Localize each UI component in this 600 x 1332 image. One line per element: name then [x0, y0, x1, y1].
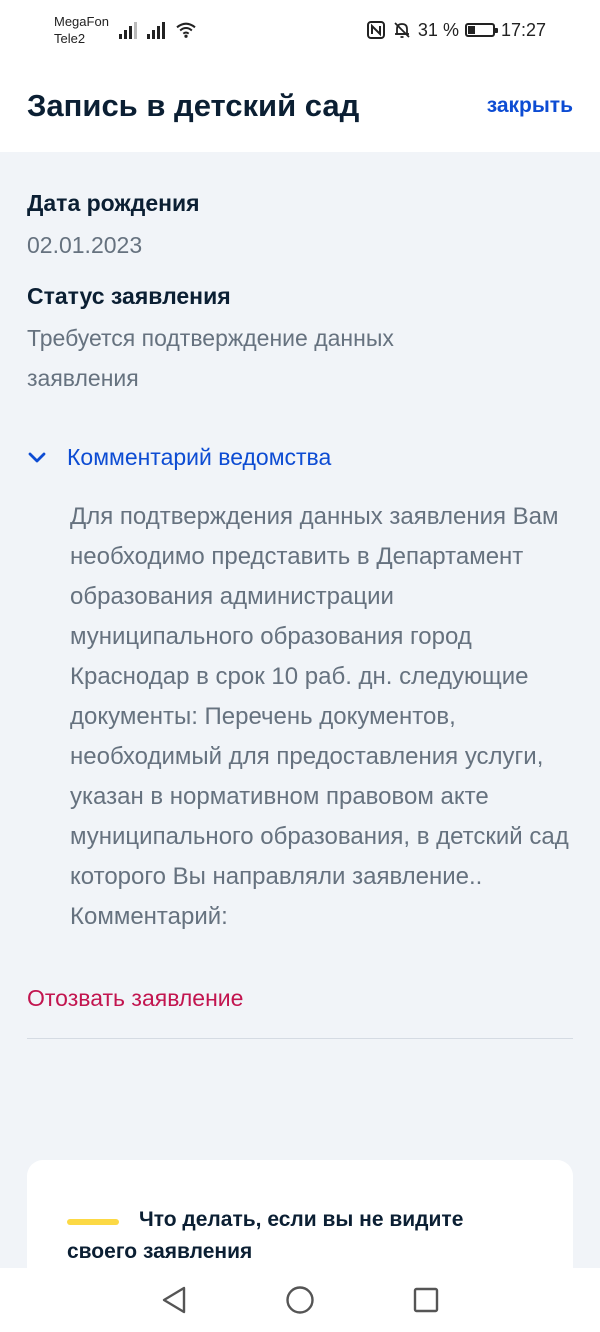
- clock: 17:27: [500, 19, 546, 40]
- recents-square-icon: [413, 1287, 439, 1313]
- nav-recents-button[interactable]: [409, 1283, 443, 1317]
- nav-home-button[interactable]: [283, 1283, 317, 1317]
- bell-muted-icon: [394, 22, 410, 38]
- revoke-application-button[interactable]: Отозвать заявление: [27, 985, 243, 1012]
- carrier-1: MegaFon: [54, 14, 109, 29]
- info-card-title: Что делать, если вы не видите своего зая…: [67, 1208, 464, 1263]
- comment-toggle-label: Комментарий ведомства: [67, 444, 332, 470]
- dob-label: Дата рождения: [27, 190, 200, 216]
- nfc-icon: [366, 21, 385, 39]
- page-title: Запись в детский сад: [27, 88, 360, 123]
- card-accent-bar: [67, 1218, 119, 1225]
- chevron-down-icon: [28, 452, 46, 462]
- back-triangle-icon: [162, 1286, 186, 1314]
- carrier-names: MegaFon Tele2: [54, 13, 109, 47]
- carrier-2: Tele2: [54, 31, 86, 46]
- status-label: Статус заявления: [27, 283, 231, 309]
- system-nav-bar: [0, 1268, 600, 1332]
- home-circle-icon: [286, 1286, 314, 1314]
- status-left: MegaFon Tele2: [54, 13, 197, 47]
- wifi-icon: [176, 22, 196, 38]
- nav-back-button[interactable]: [157, 1283, 191, 1317]
- status-bar: MegaFon Tele2 31 % 17:27: [0, 0, 600, 60]
- comment-toggle[interactable]: Комментарий ведомства: [27, 444, 573, 471]
- divider: [27, 1038, 573, 1039]
- dob-value: 02.01.2023: [27, 232, 143, 258]
- close-button[interactable]: закрыть: [487, 94, 573, 118]
- application-details: Дата рождения 02.01.2023 Статус заявлени…: [27, 152, 573, 1039]
- comment-text: Для подтверждения данных заявления Вам н…: [70, 503, 569, 930]
- signal-1-icon: [118, 21, 137, 39]
- battery-fill: [467, 26, 476, 34]
- header: Запись в детский сад закрыть: [0, 60, 600, 152]
- signal-2-icon: [146, 21, 165, 39]
- battery-icon: [464, 23, 498, 37]
- battery-percent: 31 %: [417, 19, 459, 40]
- status-value: Требуется подтверждение данных заявления: [27, 325, 394, 391]
- status-right: 31 % 17:27: [366, 20, 546, 41]
